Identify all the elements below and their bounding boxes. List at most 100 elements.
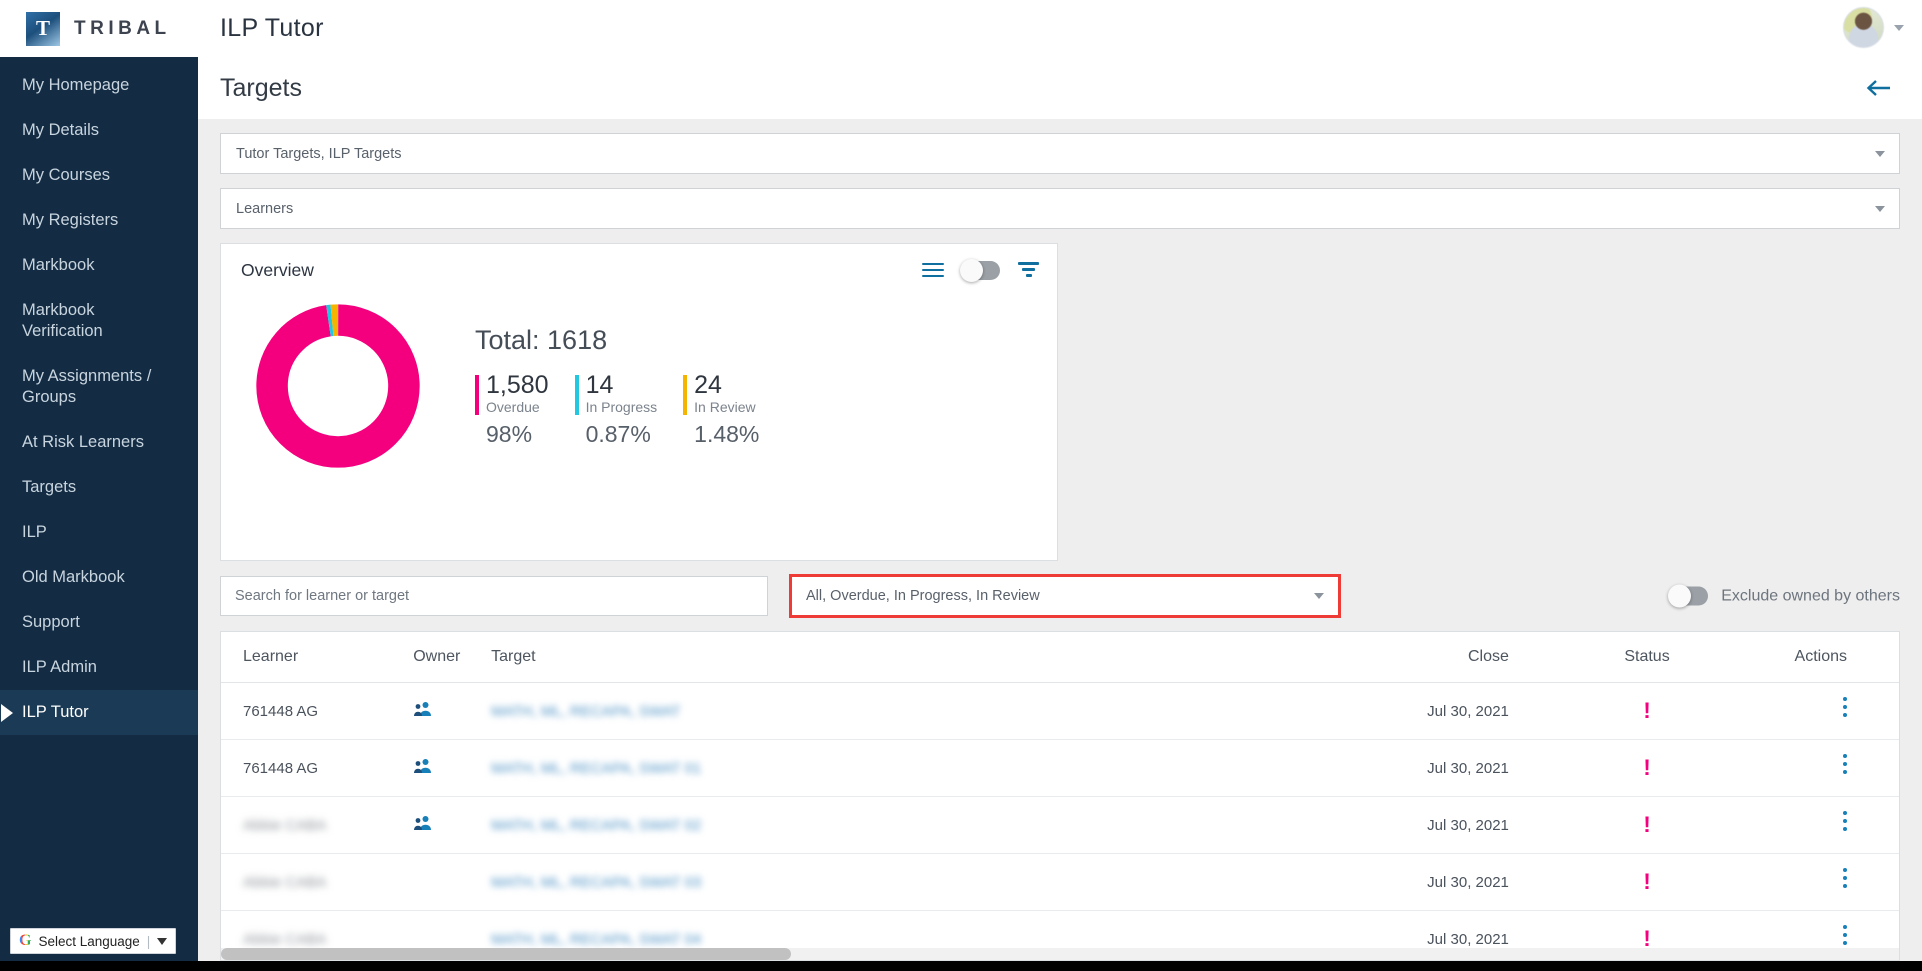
sidebar-item-old-markbook[interactable]: Old Markbook — [0, 555, 198, 600]
sidebar-item-label: My Homepage — [22, 76, 130, 94]
sidebar-item-my-registers[interactable]: My Registers — [0, 198, 198, 243]
cell-close: Jul 30, 2021 — [1332, 796, 1551, 854]
overdue-alert-icon: ! — [1643, 812, 1651, 837]
overdue-alert-icon: ! — [1643, 755, 1651, 780]
sidebar-item-ilp-tutor[interactable]: ILP Tutor — [0, 690, 198, 735]
status-filter-select[interactable]: All, Overdue, In Progress, In Review — [789, 574, 1341, 618]
kebab-menu-icon[interactable] — [1843, 868, 1847, 892]
exclude-owned-toggle[interactable] — [1668, 584, 1709, 608]
sidebar-item-ilp-admin[interactable]: ILP Admin — [0, 645, 198, 690]
target-types-value: Tutor Targets, ILP Targets — [236, 145, 402, 162]
chart-toggle-switch[interactable] — [960, 259, 1000, 282]
horizontal-scrollbar[interactable] — [221, 948, 1899, 960]
sidebar-nav: My Homepage My Details My Courses My Regist… — [0, 63, 198, 735]
google-translate-widget[interactable]: G Select Language | — [10, 928, 177, 954]
cell-close: Jul 30, 2021 — [1332, 853, 1551, 911]
cell-target[interactable]: MATH, ML, RECAPA, SWAT 01 — [491, 739, 1333, 797]
column-header-target[interactable]: Target — [491, 632, 1333, 683]
caret-down-icon[interactable] — [1875, 150, 1885, 157]
kebab-menu-icon[interactable] — [1843, 811, 1847, 835]
cell-target[interactable]: MATH, ML, RECAPA, SWAT 02 — [491, 796, 1333, 854]
overview-card-header: Overview — [221, 244, 1057, 282]
brand-logo[interactable]: T TRIBAL — [0, 11, 198, 46]
column-header-owner[interactable]: Owner — [413, 632, 492, 683]
cell-actions[interactable] — [1743, 796, 1899, 854]
kebab-menu-icon[interactable] — [1843, 697, 1847, 721]
sidebar-item-at-risk-learners[interactable]: At Risk Learners — [0, 420, 198, 465]
learners-select[interactable]: Learners — [220, 188, 1900, 229]
sidebar-item-my-details[interactable]: My Details — [0, 108, 198, 153]
kebab-menu-icon[interactable] — [1843, 925, 1847, 949]
caret-down-icon[interactable] — [1314, 593, 1324, 599]
column-header-learner[interactable]: Learner — [221, 632, 414, 683]
tribal-logo-icon: T — [26, 11, 60, 46]
language-separator: | — [146, 933, 151, 949]
sidebar-item-label: Markbook — [22, 256, 95, 274]
sidebar-item-label: Targets — [22, 478, 77, 496]
caret-down-icon[interactable] — [157, 937, 168, 945]
sidebar-item-targets[interactable]: Targets — [0, 465, 198, 510]
target-link[interactable]: MATH, ML, RECAPA, SWAT 03 — [491, 874, 701, 891]
table-row[interactable]: Abbie CABA MATH, ML, RECAPA, SWAT 02 Jul 3… — [221, 796, 1899, 854]
sidebar-item-ilp[interactable]: ILP — [0, 510, 198, 555]
filter-funnel-icon[interactable] — [1018, 262, 1039, 279]
user-menu[interactable] — [1843, 7, 1904, 48]
status-donut-chart — [256, 304, 420, 468]
sidebar-item-my-assignments-groups[interactable]: My Assignments / Groups — [0, 354, 198, 420]
sidebar-item-label: My Courses — [22, 166, 111, 184]
chevron-down-icon[interactable] — [1894, 24, 1904, 31]
cell-actions[interactable] — [1743, 739, 1899, 797]
cell-target[interactable]: MATH, ML, RECAPA, SWAT — [491, 682, 1333, 740]
target-types-select[interactable]: Tutor Targets, ILP Targets — [220, 133, 1900, 174]
sidebar: My Homepage My Details My Courses My Regist… — [0, 57, 198, 961]
learner-name: Abbie CABA — [243, 873, 327, 891]
overdue-alert-icon: ! — [1643, 926, 1651, 951]
back-arrow-icon[interactable] — [1866, 77, 1892, 99]
sidebar-item-markbook[interactable]: Markbook — [0, 243, 198, 288]
overview-tools — [922, 259, 1039, 282]
target-link[interactable]: MATH, ML, RECAPA, SWAT 01 — [491, 760, 701, 777]
target-link[interactable]: MATH, ML, RECAPA, SWAT 04 — [491, 931, 701, 948]
app-title: ILP Tutor — [220, 14, 324, 42]
page-header: Targets — [198, 57, 1922, 119]
cell-status: ! — [1550, 682, 1744, 740]
search-filter-row: All, Overdue, In Progress, In Review Exc… — [220, 574, 1900, 618]
sidebar-item-my-homepage[interactable]: My Homepage — [0, 63, 198, 108]
learner-name: 761448 AG — [243, 759, 319, 777]
filter-selects: Tutor Targets, ILP Targets Learners — [198, 119, 1922, 229]
avatar[interactable] — [1843, 7, 1884, 48]
table-header-row: Learner Owner Target Close Status Actions — [221, 632, 1899, 683]
sidebar-item-markbook-verification[interactable]: Markbook Verification — [0, 288, 198, 354]
exclude-owned-toggle-group: Exclude owned by others — [1668, 584, 1900, 608]
close-date: Jul 30, 2021 — [1427, 873, 1509, 891]
search-input[interactable] — [220, 576, 768, 616]
legend-label: In Review — [694, 398, 756, 415]
sidebar-item-label: Support — [22, 613, 80, 631]
target-link[interactable]: MATH, ML, RECAPA, SWAT — [491, 703, 680, 720]
sidebar-item-my-courses[interactable]: My Courses — [0, 153, 198, 198]
kebab-menu-icon[interactable] — [1843, 754, 1847, 778]
target-link[interactable]: MATH, ML, RECAPA, SWAT 02 — [491, 817, 701, 834]
sidebar-item-label: ILP Admin — [22, 658, 97, 676]
cell-target[interactable]: MATH, ML, RECAPA, SWAT 03 — [491, 853, 1333, 911]
sidebar-item-support[interactable]: Support — [0, 600, 198, 645]
table-row[interactable]: 761448 AG MATH, ML, RECAPA, SWAT 01 Jul 30… — [221, 739, 1899, 797]
legend-label: Overdue — [486, 398, 540, 415]
cell-actions[interactable] — [1743, 682, 1899, 740]
caret-down-icon[interactable] — [1875, 205, 1885, 212]
column-header-status[interactable]: Status — [1550, 632, 1744, 683]
select-language-label: Select Language — [38, 933, 140, 949]
legend-item-in-review: 24 In Review 1.48% — [683, 371, 759, 448]
google-logo-icon: G — [19, 932, 32, 949]
scrollbar-thumb[interactable] — [221, 948, 791, 960]
column-header-close[interactable]: Close — [1332, 632, 1551, 683]
table-row[interactable]: Abbie CABA MATH, ML, RECAPA, SWAT 03 Jul 3… — [221, 853, 1899, 911]
people-icon — [414, 702, 432, 716]
targets-table-container: Learner Owner Target Close Status Actions 761… — [220, 631, 1900, 961]
table-row[interactable]: 761448 AG MATH, ML, RECAPA, SWAT Jul 30, 2… — [221, 682, 1899, 740]
list-view-icon[interactable] — [922, 262, 944, 279]
legend-percent: 98% — [486, 420, 533, 447]
cell-actions[interactable] — [1743, 853, 1899, 911]
cell-learner: Abbie CABA — [221, 796, 414, 854]
column-header-actions[interactable]: Actions — [1743, 632, 1899, 683]
